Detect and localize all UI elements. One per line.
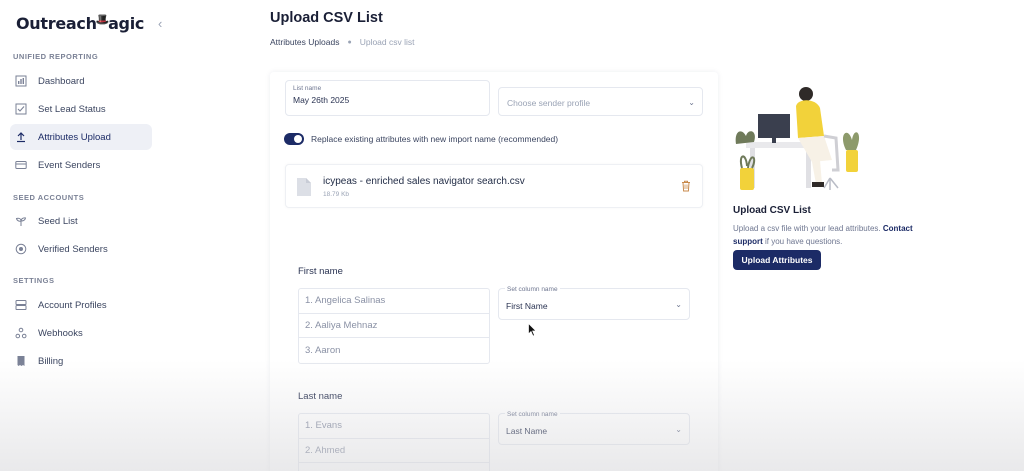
sidebar-item-set-lead-status[interactable]: Set Lead Status xyxy=(10,96,152,122)
list-item xyxy=(299,463,489,471)
last-name-samples: 1. Evans 2. Ahmed xyxy=(298,413,490,471)
toggle-knob xyxy=(294,135,302,143)
list-item: 1. Angelica Salinas xyxy=(299,289,489,314)
sidebar-item-verified-senders[interactable]: Verified Senders xyxy=(10,236,152,262)
sidebar-item-account-profiles[interactable]: Account Profiles xyxy=(10,292,152,318)
list-item: 3. Aaron xyxy=(305,344,341,356)
first-name-samples: 1. Angelica Salinas 2. Aaliya Mehnaz 3. … xyxy=(298,288,490,364)
panel-text-after: if you have questions. xyxy=(762,236,843,246)
column-title-last-name: Last name xyxy=(298,391,343,402)
verified-icon xyxy=(14,243,27,256)
panel-title: Upload CSV List xyxy=(733,205,811,216)
collapse-sidebar-icon[interactable]: ‹ xyxy=(158,16,162,31)
sidebar-item-label: Event Senders xyxy=(38,159,101,171)
sidebar-item-seed-list[interactable]: Seed List xyxy=(10,208,152,234)
sprout-icon xyxy=(14,215,27,228)
sidebar-item-label: Billing xyxy=(38,355,64,367)
mouse-cursor-icon xyxy=(528,323,537,337)
sidebar-item-billing[interactable]: Billing xyxy=(10,348,152,374)
list-name-field[interactable]: List name May 26th 2025 xyxy=(285,80,490,116)
file-name: icypeas - enriched sales navigator searc… xyxy=(323,176,525,187)
sender-profile-placeholder: Choose sender profile xyxy=(507,98,591,108)
breadcrumb-current: Upload csv list xyxy=(359,37,415,47)
sidebar-item-label: Attributes Upload xyxy=(38,131,111,143)
trash-icon[interactable] xyxy=(681,180,691,192)
chevron-down-icon: ⌄ xyxy=(675,300,682,309)
breadcrumb-parent-link[interactable]: Attributes Uploads xyxy=(270,37,339,47)
file-icon xyxy=(297,178,311,196)
breadcrumb-separator: ● xyxy=(347,38,352,46)
upload-attributes-button[interactable]: Upload Attributes xyxy=(733,250,821,270)
chevron-down-icon: ⌄ xyxy=(675,425,682,434)
logo[interactable]: Outreach🎩agic xyxy=(16,13,144,33)
sidebar-item-label: Account Profiles xyxy=(38,299,107,311)
section-title-unified-reporting: UNIFIED REPORTING xyxy=(13,52,99,61)
sidebar: Outreach🎩agic ‹ UNIFIED REPORTING Dashbo… xyxy=(0,0,172,471)
chevron-down-icon: ⌄ xyxy=(688,98,695,107)
bar-chart-icon xyxy=(14,75,27,88)
column-title-first-name: First name xyxy=(298,266,343,277)
page-title: Upload CSV List xyxy=(270,10,383,26)
receipt-icon xyxy=(14,355,27,368)
list-name-label: List name xyxy=(293,85,322,92)
set-column-name-label: Set column name xyxy=(505,286,560,293)
panel-description: Upload a csv file with your lead attribu… xyxy=(733,223,943,248)
breadcrumb: Attributes Uploads ● Upload csv list xyxy=(270,37,415,47)
sidebar-item-label: Verified Senders xyxy=(38,243,108,255)
section-title-seed-accounts: SEED ACCOUNTS xyxy=(13,193,85,202)
list-item: 1. Evans xyxy=(299,414,489,439)
section-title-settings: SETTINGS xyxy=(13,276,55,285)
panel-text-before: Upload a csv file with your lead attribu… xyxy=(733,224,883,233)
server-icon xyxy=(14,299,27,312)
replace-attributes-toggle[interactable] xyxy=(284,133,304,145)
sidebar-item-attributes-upload[interactable]: Attributes Upload xyxy=(10,124,152,150)
sidebar-item-label: Seed List xyxy=(38,215,78,227)
last-name-column-select[interactable]: Set column name Last Name ⌄ xyxy=(498,411,690,445)
list-item: 2. Ahmed xyxy=(299,439,489,463)
first-name-column-select[interactable]: Set column name First Name ⌄ xyxy=(498,286,690,320)
replace-attributes-label: Replace existing attributes with new imp… xyxy=(311,134,559,144)
upload-icon xyxy=(14,131,27,144)
sidebar-item-label: Set Lead Status xyxy=(38,103,106,115)
sidebar-item-dashboard[interactable]: Dashboard xyxy=(10,68,152,94)
person-at-desk-illustration xyxy=(735,87,860,190)
webhook-icon xyxy=(14,327,27,340)
file-size: 18.79 Kb xyxy=(323,191,350,198)
last-name-column-value: Last Name xyxy=(506,426,548,436)
set-column-name-label: Set column name xyxy=(505,411,560,418)
credit-card-icon xyxy=(14,159,27,172)
checkbox-icon xyxy=(14,103,27,116)
list-item: 2. Aaliya Mehnaz xyxy=(299,314,489,338)
sidebar-item-label: Webhooks xyxy=(38,327,83,339)
sender-profile-select[interactable]: Choose sender profile ⌄ xyxy=(498,87,703,116)
sidebar-item-webhooks[interactable]: Webhooks xyxy=(10,320,152,346)
sidebar-item-event-senders[interactable]: Event Senders xyxy=(10,152,152,178)
first-name-column-value: First Name xyxy=(506,301,548,311)
uploaded-file-card: icypeas - enriched sales navigator searc… xyxy=(285,164,703,208)
list-name-value[interactable]: May 26th 2025 xyxy=(293,95,349,105)
sidebar-item-label: Dashboard xyxy=(38,75,85,87)
